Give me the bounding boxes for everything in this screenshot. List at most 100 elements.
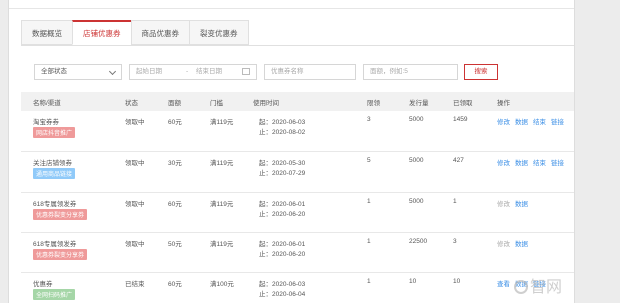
coupon-name-input[interactable]: 优惠券名称	[264, 64, 356, 80]
cell-name: 优惠券	[33, 281, 53, 288]
cell-issued: 22500	[409, 238, 428, 245]
cell-start: 起：2020-06-01	[259, 201, 306, 208]
cell-status: 领取中	[125, 119, 145, 126]
table-row: 优惠券 已结束 60元 满100元 起：2020-06-03 止：2020-06-04 1 1…	[21, 273, 574, 303]
tab-product-coupons[interactable]: 商品优惠券	[130, 20, 190, 45]
date-range-input[interactable]: 起始日期 - 结束日期	[129, 64, 257, 80]
cell-amount: 60元	[168, 201, 182, 208]
col-issued: 发行量	[409, 100, 429, 107]
row-actions: 修改 数据 结束 链接	[497, 116, 569, 126]
cell-name: 淘宝券券	[33, 119, 59, 126]
channel-badge: 优惠券裂变分享券	[33, 249, 88, 260]
action-link[interactable]: 修改	[497, 241, 510, 248]
action-link[interactable]: 结束	[533, 160, 546, 167]
cell-limit: 5	[367, 157, 371, 164]
cell-received: 427	[453, 157, 464, 164]
tab-fission-coupons[interactable]: 裂变优惠券	[189, 20, 249, 45]
cell-amount: 30元	[168, 160, 182, 167]
cell-start: 起：2020-06-03	[259, 281, 306, 288]
cell-start: 起：2020-05-30	[259, 160, 306, 167]
cell-threshold: 满119元	[210, 241, 234, 248]
cell-end: 止：2020-06-20	[259, 251, 306, 258]
col-threshold: 门槛	[210, 100, 223, 107]
action-link[interactable]: 数据	[515, 201, 528, 208]
filter-bar: 全部状态 起始日期 - 结束日期 优惠券名称 面额，例如:5 搜索	[34, 64, 574, 80]
start-date-placeholder: 起始日期	[136, 68, 162, 75]
row-actions: 修改 数据 结束 链接	[497, 157, 569, 167]
amount-input[interactable]: 面额，例如:5	[363, 64, 458, 80]
col-limit: 限领	[367, 100, 380, 107]
cell-issued: 5000	[409, 157, 424, 164]
action-link[interactable]: 结束	[533, 119, 546, 126]
table-row: 淘宝券券 领取中 60元 满119元 起：2020-06-03 止：2020-08-02 3…	[21, 111, 574, 152]
row-actions: 修改 数据	[497, 198, 533, 208]
col-received: 已领取	[453, 100, 473, 107]
cell-threshold: 满119元	[210, 160, 234, 167]
cell-status: 领取中	[125, 201, 145, 208]
action-link[interactable]: 修改	[497, 201, 510, 208]
watermark: 智网	[513, 273, 562, 297]
channel-badge: 网店抖音推广	[33, 127, 76, 138]
cell-start: 起：2020-06-01	[259, 241, 306, 248]
coupon-panel: 数据概览 店铺优惠券 商品优惠券 裂变优惠券 全部状态 起始日期 - 结束日期 …	[8, 0, 575, 303]
table-row: 618专属领发券 领取中 60元 满119元 起：2020-06-01 止：2020-06…	[21, 193, 574, 233]
col-amount: 面额	[168, 100, 181, 107]
cell-name: 618专属领发券	[33, 241, 77, 248]
col-actions: 操作	[497, 100, 510, 107]
cell-received: 1459	[453, 116, 468, 123]
table-row: 关注店铺领券 领取中 30元 满119元 起：2020-05-30 止：2020-07-2…	[21, 152, 574, 193]
action-link[interactable]: 数据	[515, 119, 528, 126]
action-link[interactable]: 修改	[497, 160, 510, 167]
cell-issued: 5000	[409, 198, 424, 205]
status-select-value: 全部状态	[41, 68, 67, 75]
table-row: 618专属领发券 领取中 50元 满119元 起：2020-06-01 止：2020-06…	[21, 233, 574, 273]
cell-received: 1	[453, 198, 457, 205]
end-date-placeholder: 结束日期	[196, 68, 222, 75]
search-button[interactable]: 搜索	[464, 64, 498, 80]
cell-threshold: 满119元	[210, 119, 234, 126]
date-separator: -	[186, 68, 189, 75]
cell-amount: 60元	[168, 119, 182, 126]
cell-received: 10	[453, 278, 461, 285]
cell-status: 已结束	[125, 281, 145, 288]
cell-limit: 1	[367, 278, 371, 285]
tab-divider	[21, 45, 574, 46]
cell-end: 止：2020-07-29	[259, 170, 306, 177]
cell-limit: 1	[367, 238, 371, 245]
channel-badge: 通用商品链接	[33, 168, 76, 179]
row-actions: 修改 数据	[497, 238, 533, 248]
cell-status: 领取中	[125, 160, 145, 167]
tab-bar: 数据概览 店铺优惠券 商品优惠券 裂变优惠券	[21, 20, 249, 45]
cell-end: 止：2020-06-04	[259, 291, 306, 298]
status-select[interactable]: 全部状态	[34, 64, 122, 80]
action-link[interactable]: 链接	[551, 119, 564, 126]
cell-limit: 3	[367, 116, 371, 123]
action-link[interactable]: 数据	[515, 160, 528, 167]
cell-status: 领取中	[125, 241, 145, 248]
cell-start: 起：2020-06-03	[259, 119, 306, 126]
action-link[interactable]: 修改	[497, 119, 510, 126]
action-link[interactable]: 查看	[497, 281, 510, 288]
cell-end: 止：2020-08-02	[259, 129, 306, 136]
cell-end: 止：2020-06-20	[259, 211, 306, 218]
channel-badge: 全网扫码推广	[33, 289, 76, 300]
table-header: 名称/渠道 状态 面额 门槛 使用时间 限领 发行量 已领取 操作	[21, 92, 574, 111]
cell-issued: 10	[409, 278, 417, 285]
tab-overview[interactable]: 数据概览	[21, 20, 73, 45]
watermark-text: 智网	[529, 277, 562, 296]
watermark-logo-icon	[513, 280, 528, 294]
cell-name: 618专属领发券	[33, 201, 77, 208]
col-name: 名称/渠道	[33, 100, 61, 107]
tab-store-coupons[interactable]: 店铺优惠券	[72, 20, 132, 45]
channel-badge: 优惠券裂变分享券	[33, 209, 88, 220]
chevron-down-icon	[108, 67, 117, 76]
cell-issued: 5000	[409, 116, 424, 123]
cell-limit: 1	[367, 198, 371, 205]
action-link[interactable]: 数据	[515, 241, 528, 248]
cell-threshold: 满119元	[210, 201, 234, 208]
top-bar	[9, 0, 574, 9]
cell-amount: 60元	[168, 281, 182, 288]
cell-name: 关注店铺领券	[33, 160, 72, 167]
action-link[interactable]: 链接	[551, 160, 564, 167]
cell-threshold: 满100元	[210, 281, 234, 288]
